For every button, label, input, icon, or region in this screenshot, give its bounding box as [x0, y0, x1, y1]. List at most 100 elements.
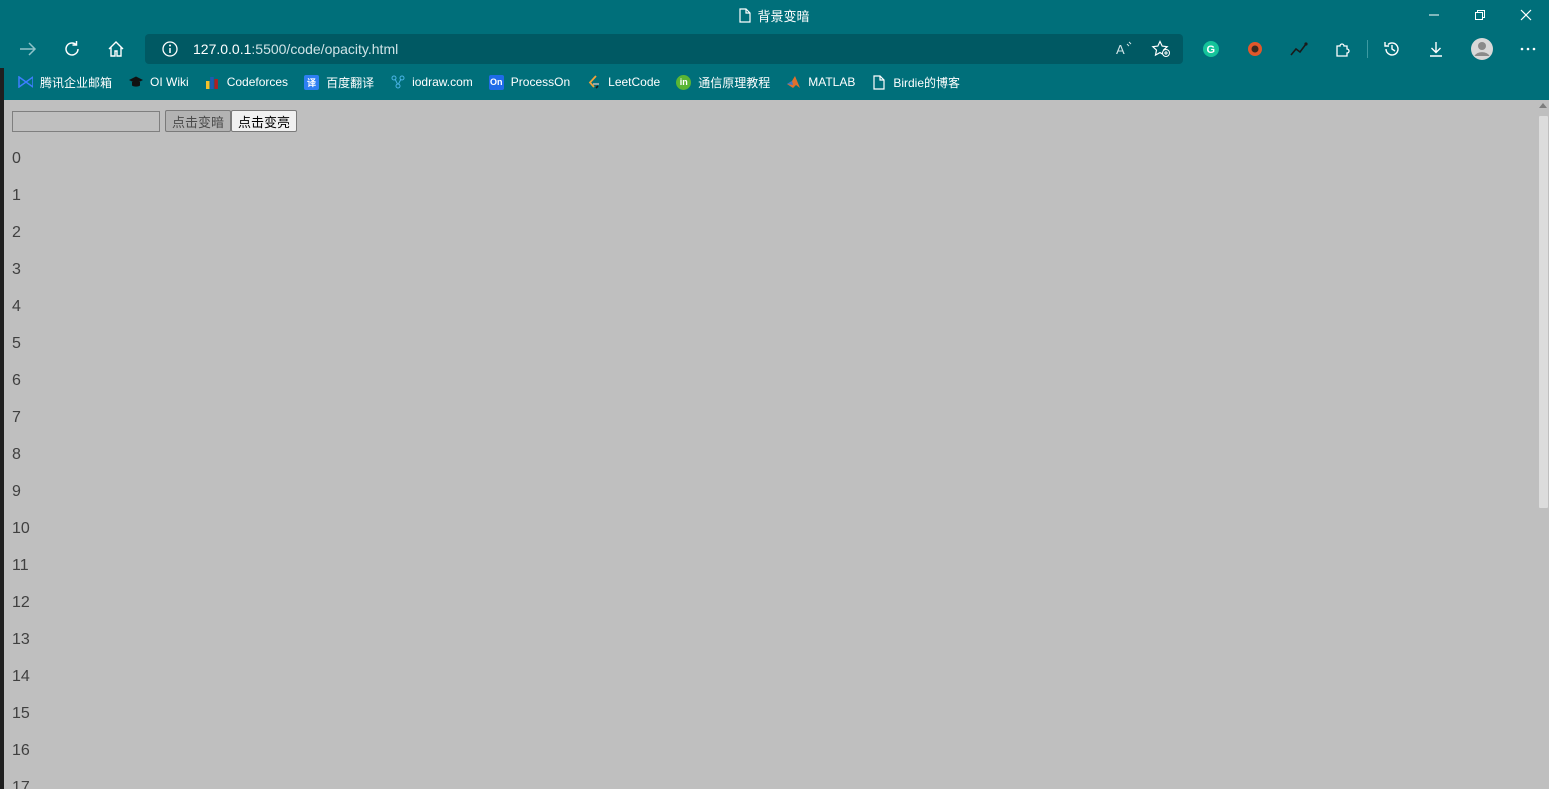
- vertical-scrollbar[interactable]: [1538, 100, 1549, 789]
- number-item: 12: [12, 594, 30, 611]
- scrollbar-thumb[interactable]: [1539, 116, 1548, 508]
- graduation-cap-icon: [128, 75, 144, 90]
- downloads-button[interactable]: [1422, 36, 1450, 62]
- history-button[interactable]: [1378, 36, 1406, 62]
- bookmark-leetcode[interactable]: LeetCode: [586, 74, 661, 90]
- svg-text:A: A: [1116, 42, 1125, 57]
- graph-extension-icon: [1290, 42, 1308, 56]
- site-info-icon[interactable]: [161, 40, 179, 63]
- bookmark-label: Birdie的博客: [893, 75, 961, 90]
- grammarly-extension-button[interactable]: G: [1197, 36, 1225, 62]
- bookmark-tencent-mail[interactable]: 腾讯企业邮箱: [18, 74, 112, 91]
- baidu-translate-icon: 译: [304, 74, 320, 90]
- grammarly-icon: G: [1203, 41, 1219, 57]
- number-item: 15: [12, 705, 30, 722]
- puzzle-icon: [1336, 43, 1350, 57]
- bookmark-label: ProcessOn: [510, 75, 571, 89]
- leetcode-icon: [586, 74, 601, 90]
- bookmarks-bar: 腾讯企业邮箱 OI Wiki Codeforces 译 百度翻译 iodraw.…: [0, 68, 1549, 96]
- number-item: 9: [12, 483, 21, 500]
- window-controls: [1411, 0, 1549, 30]
- bookmark-label: 百度翻译: [326, 75, 375, 90]
- page-icon: [871, 74, 886, 90]
- url-host: 127.0.0.1: [193, 41, 252, 57]
- profile-button[interactable]: [1468, 36, 1496, 62]
- home-icon: [108, 41, 124, 57]
- history-icon: [1384, 42, 1399, 56]
- minimize-icon: [1429, 14, 1439, 16]
- document-icon: [739, 8, 752, 26]
- number-item: 0: [12, 150, 21, 167]
- home-button[interactable]: [102, 36, 130, 62]
- matlab-icon: [786, 75, 801, 90]
- minimize-button[interactable]: [1411, 0, 1457, 30]
- forward-button[interactable]: [14, 36, 42, 62]
- number-item: 10: [12, 520, 30, 537]
- bookmark-label: iodraw.com: [412, 75, 473, 89]
- bookmark-label: MATLAB: [808, 75, 856, 89]
- bookmark-iodraw[interactable]: iodraw.com: [390, 75, 473, 90]
- url-path: :5500/code/opacity.html: [251, 41, 399, 57]
- browser-toolbar: 127.0.0.1:5500/code/opacity.html A G: [0, 30, 1549, 68]
- iodraw-icon: [390, 75, 405, 90]
- url-text[interactable]: 127.0.0.1:5500/code/opacity.html: [193, 41, 398, 57]
- svg-text:G: G: [1207, 44, 1216, 56]
- window-title: 背景变暗: [757, 9, 810, 24]
- number-item: 2: [12, 224, 21, 241]
- number-item: 3: [12, 261, 21, 278]
- number-item: 5: [12, 335, 21, 352]
- number-item: 13: [12, 631, 30, 648]
- close-button[interactable]: [1503, 0, 1549, 30]
- restore-icon: [1475, 10, 1485, 20]
- number-item: 14: [12, 668, 30, 685]
- more-menu-button[interactable]: [1514, 36, 1542, 62]
- window-title-wrap: 背景变暗: [0, 6, 1549, 26]
- restore-button[interactable]: [1457, 0, 1503, 30]
- title-bar: 背景变暗: [0, 0, 1549, 30]
- bookmark-label: Codeforces: [226, 75, 289, 89]
- record-extension-button[interactable]: [1241, 36, 1269, 62]
- refresh-button[interactable]: [58, 36, 86, 62]
- bookmark-oi-wiki[interactable]: OI Wiki: [128, 75, 189, 90]
- address-bar[interactable]: 127.0.0.1:5500/code/opacity.html A: [145, 34, 1183, 64]
- bookmark-baidu-translate[interactable]: 译 百度翻译: [304, 74, 374, 91]
- brighten-button[interactable]: 点击变亮: [231, 110, 298, 132]
- text-input[interactable]: [12, 110, 160, 132]
- processon-icon: On: [488, 74, 504, 90]
- number-item: 16: [12, 742, 30, 759]
- bookmark-codeforces[interactable]: Codeforces: [205, 75, 288, 90]
- close-icon: [1520, 9, 1532, 21]
- codeforces-bars-icon: [205, 75, 220, 90]
- avatar-icon: [1471, 38, 1493, 60]
- bookmark-label: 通信原理教程: [698, 75, 771, 90]
- number-list: 0 1 2 3 4 5 6 7 8 9 10 11 12 13 14 15 16 17: [12, 150, 30, 789]
- read-aloud-icon[interactable]: A: [1115, 40, 1135, 63]
- toolbar-separator: [1367, 40, 1368, 58]
- extensions-button[interactable]: [1329, 36, 1357, 62]
- number-item: 4: [12, 298, 21, 315]
- bookmark-processon[interactable]: On ProcessOn: [488, 74, 571, 90]
- bookmark-label: LeetCode: [608, 75, 661, 89]
- more-dots-icon: [1520, 47, 1536, 51]
- bookmark-birdie-blog[interactable]: Birdie的博客: [871, 74, 960, 91]
- darken-button[interactable]: 点击变暗: [165, 110, 232, 132]
- bookmark-comm-principles[interactable]: in 通信原理教程: [676, 74, 770, 91]
- tencent-mail-icon: [18, 75, 33, 90]
- scroll-up-arrow-icon[interactable]: [1539, 103, 1547, 108]
- record-extension-icon: [1248, 42, 1262, 56]
- number-item: 6: [12, 372, 21, 389]
- page-controls: 点击变暗 点击变亮: [12, 110, 298, 132]
- number-item: 7: [12, 409, 21, 426]
- number-item: 8: [12, 446, 21, 463]
- refresh-icon: [65, 41, 79, 56]
- number-item: 17: [12, 779, 30, 789]
- bookmark-label: 腾讯企业邮箱: [40, 75, 113, 90]
- favorite-star-icon[interactable]: [1151, 40, 1171, 63]
- graph-extension-button[interactable]: [1285, 36, 1313, 62]
- course-icon: in: [676, 74, 692, 90]
- bookmark-matlab[interactable]: MATLAB: [786, 75, 855, 90]
- page-viewport: 点击变暗 点击变亮 0 1 2 3 4 5 6 7 8 9 10 11 12 13 14 15 16 17: [4, 100, 1549, 789]
- forward-arrow-icon: [20, 42, 37, 56]
- bookmark-label: OI Wiki: [150, 75, 189, 89]
- number-item: 1: [12, 187, 21, 204]
